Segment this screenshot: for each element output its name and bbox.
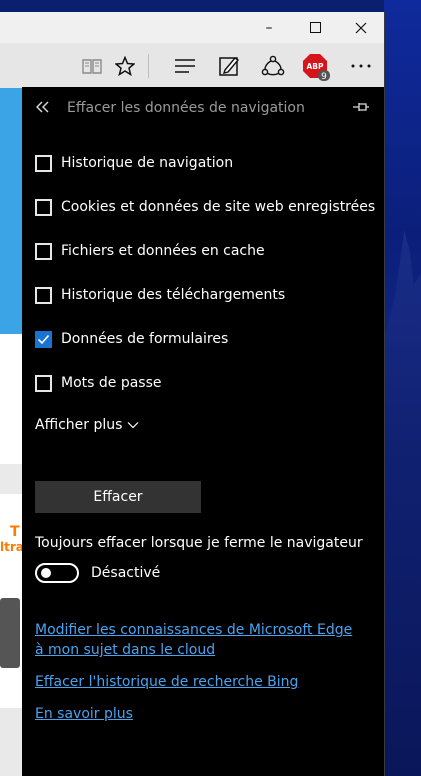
title-bar: –	[0, 12, 384, 43]
checkbox[interactable]	[35, 374, 52, 392]
close-button[interactable]	[338, 12, 384, 43]
bing-history-link[interactable]: Effacer l'historique de recherche Bing	[35, 672, 298, 692]
checkbox-label: Historique de navigation	[61, 155, 234, 171]
always-clear-label: Toujours effacer lorsque je ferme le nav…	[35, 535, 363, 551]
checkbox-label: Historique des téléchargements	[61, 287, 286, 303]
web-note-icon	[219, 57, 240, 76]
wallpaper-mountain	[384, 230, 421, 776]
checkbox-cookies[interactable]: Cookies et données de site web enregistr…	[35, 195, 375, 219]
hub-icon	[175, 59, 195, 73]
toggle-knob	[41, 568, 51, 578]
back-button[interactable]	[36, 99, 56, 119]
desktop-wallpaper	[384, 0, 421, 776]
hub-button[interactable]	[170, 51, 200, 81]
page-divider	[0, 464, 22, 494]
edge-cloud-link[interactable]: Modifier les connaissances de Microsoft …	[35, 620, 365, 660]
maximize-icon	[309, 22, 321, 33]
maximize-button[interactable]	[292, 12, 338, 43]
checkbox-checked[interactable]	[35, 330, 52, 348]
checkbox-label: Fichiers et données en cache	[61, 243, 265, 259]
favorite-star-icon	[115, 56, 135, 76]
close-icon	[355, 22, 367, 33]
promo-text: T	[10, 524, 20, 540]
more-icon	[351, 64, 371, 68]
minimize-button[interactable]: –	[246, 12, 292, 43]
panel-title: Effacer les données de navigation	[67, 100, 305, 116]
show-more-link[interactable]: Afficher plus	[35, 417, 139, 433]
panel-header: Effacer les données de navigation	[22, 87, 384, 131]
always-clear-toggle[interactable]	[35, 563, 79, 583]
web-page-content: T ltra	[0, 88, 24, 776]
checkbox-label: Données de formulaires	[61, 331, 229, 347]
page-banner	[0, 88, 22, 334]
checkbox-cached-data[interactable]: Fichiers et données en cache	[35, 239, 265, 263]
toolbar-separator	[148, 54, 149, 78]
page-footer	[0, 708, 22, 776]
share-icon	[261, 55, 285, 76]
pin-button[interactable]	[352, 99, 372, 119]
page-section	[0, 334, 22, 464]
checkbox-label: Mots de passe	[61, 375, 162, 391]
checkbox-label: Cookies et données de site web enregistr…	[61, 199, 376, 215]
checkbox-form-data[interactable]: Données de formulaires	[35, 327, 228, 351]
browser-toolbar: ABP 9	[0, 43, 384, 89]
reading-view-button[interactable]	[77, 51, 107, 81]
checkbox[interactable]	[35, 154, 52, 172]
abp-label: ABP	[306, 62, 324, 71]
checkbox[interactable]	[35, 242, 52, 260]
toggle-state-label: Désactivé	[91, 565, 161, 581]
reading-view-icon	[82, 59, 102, 74]
checkmark-icon	[37, 334, 50, 344]
pin-icon	[353, 103, 369, 111]
web-note-button[interactable]	[214, 51, 244, 81]
adblock-icon: ABP 9	[303, 54, 330, 81]
checkbox-browsing-history[interactable]: Historique de navigation	[35, 151, 233, 175]
checkbox[interactable]	[35, 198, 52, 216]
abp-badge-count: 9	[321, 72, 327, 81]
adblock-plus-button[interactable]: ABP 9	[302, 51, 332, 81]
more-button[interactable]	[346, 51, 376, 81]
clear-button[interactable]: Effacer	[35, 481, 201, 513]
learn-more-link[interactable]: En savoir plus	[35, 704, 133, 724]
checkbox-download-history[interactable]: Historique des téléchargements	[35, 283, 285, 307]
promo-text: ltra	[0, 540, 24, 554]
show-more-label: Afficher plus	[35, 417, 123, 433]
double-chevron-left-icon	[36, 101, 49, 113]
clear-browsing-data-panel: Effacer les données de navigation Histor…	[22, 87, 384, 776]
checkbox[interactable]	[35, 286, 52, 304]
favorite-button[interactable]	[110, 51, 140, 81]
address-bar[interactable]	[0, 43, 72, 88]
checkbox-passwords[interactable]: Mots de passe	[35, 371, 162, 395]
chevron-down-icon	[128, 422, 139, 429]
share-button[interactable]	[258, 51, 288, 81]
product-image	[0, 598, 20, 668]
